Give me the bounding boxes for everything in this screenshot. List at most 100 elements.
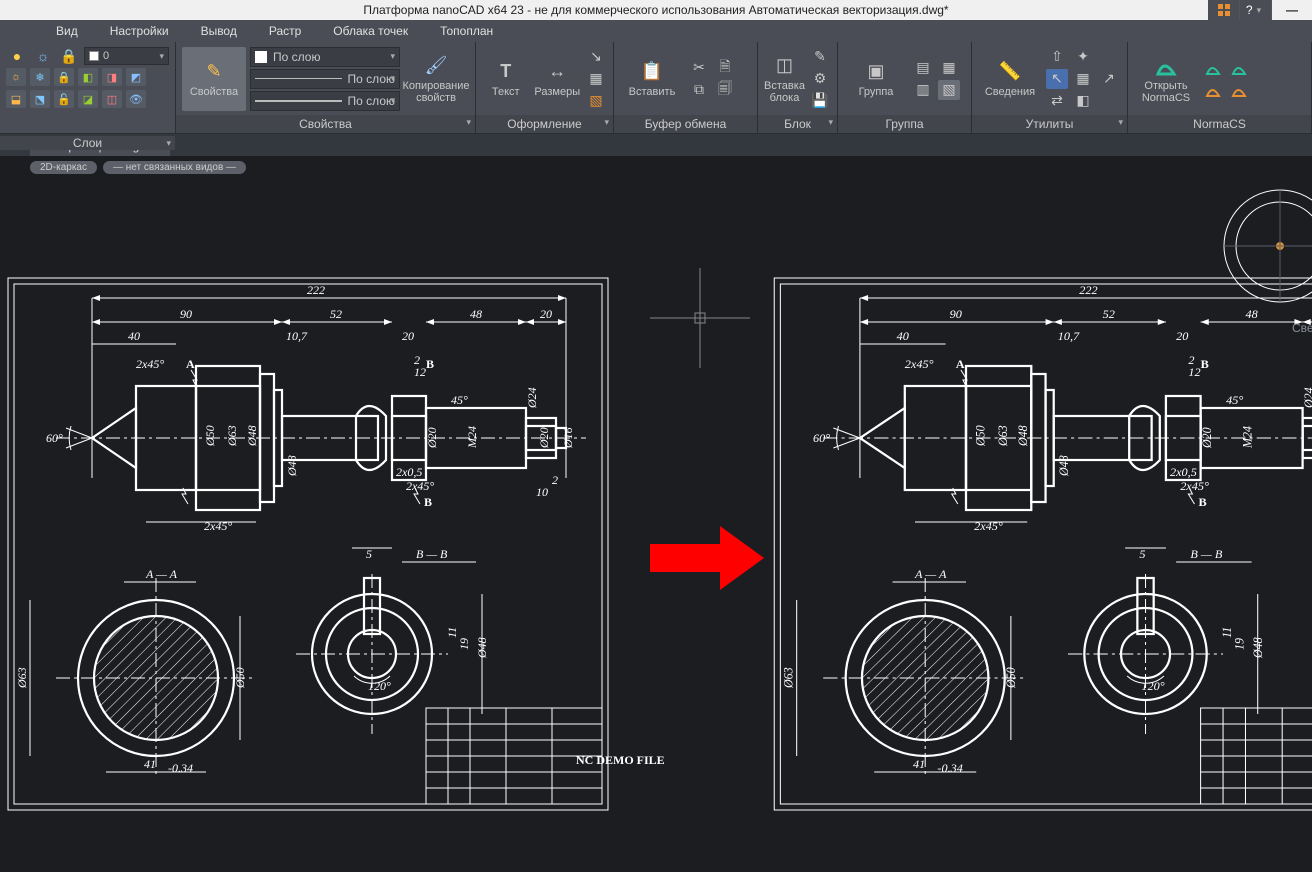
layer-tool-icon[interactable]: ◫ [102, 90, 122, 108]
block-set-icon[interactable]: ⚙ [809, 69, 831, 89]
minimize-button[interactable]: — [1272, 0, 1312, 20]
panel-dropdown-icon[interactable]: ▾ [166, 138, 171, 149]
panel-dropdown-icon[interactable]: ▾ [604, 117, 609, 128]
linetype-combo[interactable]: По слою▾ [250, 69, 400, 89]
help-button[interactable]: ?▾ [1240, 0, 1272, 20]
info-tool[interactable]: 📏 Сведения [978, 47, 1042, 111]
pencil-icon: ✎ [200, 60, 228, 84]
document-tabs: векторизация.dwg* ✕ [0, 134, 1312, 156]
panel-title-clipboard: Буфер обмена [645, 117, 727, 131]
panel-title-normacs: NormaCS [1193, 117, 1246, 131]
util-icon[interactable]: ◧ [1072, 91, 1094, 111]
panel-dropdown-icon[interactable]: ▾ [1118, 117, 1123, 128]
block-save-icon[interactable]: 💾 [809, 91, 831, 111]
util-cursor2-icon[interactable]: ↗ [1098, 69, 1120, 89]
open-normacs-tool[interactable]: Открыть NormaCS [1134, 47, 1198, 111]
start-grid-button[interactable] [1208, 0, 1240, 20]
util-cursor-icon[interactable]: ↖ [1046, 69, 1068, 89]
util-icon[interactable]: ⇄ [1046, 91, 1068, 111]
layer-tool-icon[interactable]: 🔓 [54, 90, 74, 108]
panel-title-block: Блок [784, 117, 811, 131]
group-icon: ▣ [862, 60, 890, 84]
color-combo[interactable]: По слою▾ [250, 47, 400, 67]
text-tool[interactable]: T Текст [482, 47, 530, 111]
normacs-sub-icon[interactable] [1228, 80, 1250, 100]
paste-special-icon[interactable]: 🗐 [714, 80, 736, 100]
demo-watermark: NC DEMO FILE [576, 753, 665, 767]
sun-icon[interactable]: ☼ [32, 46, 54, 66]
normacs-sub-icon[interactable] [1202, 80, 1224, 100]
leader-icon[interactable]: ↘ [585, 47, 607, 67]
copy-view-icon[interactable]: 🗎 [714, 58, 736, 78]
group-sel2-icon[interactable]: ▧ [938, 80, 960, 100]
menu-bar: Вид Настройки Вывод Растр Облака точек Т… [0, 20, 1312, 42]
view-chips: 2D-каркас — нет связанных видов — [0, 156, 1312, 178]
lineweight-combo[interactable]: По слою▾ [250, 91, 400, 111]
layer-combo[interactable]: 0▾ [84, 47, 169, 65]
panel-title-group: Группа [885, 117, 923, 131]
dimensions-tool[interactable]: ↔ Размеры [534, 47, 582, 111]
menu-topoplan[interactable]: Топоплан [424, 21, 509, 41]
dimension-icon: ↔ [543, 60, 571, 84]
drawing-svg: 222 90 52 48 20 40 10,7 20 2x45° A 2 12 … [0, 178, 1312, 872]
layer-tool-icon[interactable]: 👁 [126, 90, 146, 108]
red-arrow-icon [650, 526, 764, 590]
cut-icon[interactable]: ✂ [688, 58, 710, 78]
panel-title-layers: Слои [73, 136, 102, 150]
menu-settings[interactable]: Настройки [94, 21, 185, 41]
panel-title-properties: Свойства [299, 117, 352, 131]
ruler-icon: 📏 [996, 60, 1024, 84]
menu-raster[interactable]: Растр [253, 21, 317, 41]
layer-tool-icon[interactable]: ◪ [78, 90, 98, 108]
copy-icon[interactable]: ⧉ [688, 80, 710, 100]
layer-tool-icon[interactable]: ◨ [102, 68, 122, 86]
app-title: Платформа nanoCAD x64 23 - не для коммер… [363, 3, 948, 17]
util-icon[interactable]: ▦ [1072, 69, 1094, 89]
panel-dropdown-icon[interactable]: ▾ [828, 117, 833, 128]
layer-tool-icon[interactable]: ⬓ [6, 90, 26, 108]
layer-tools-grid: ☼ ❄ 🔒 ◧ ◨ ◩ ⬓ ⬔ 🔓 ◪ ◫ 👁 [6, 68, 148, 132]
crosshair-cursor [650, 268, 750, 368]
group-edit-icon[interactable]: ▤ [912, 58, 934, 78]
layer-tool-icon[interactable]: ◧ [78, 68, 98, 86]
clipboard-icon: 📋 [638, 60, 666, 84]
chip-no-views[interactable]: — нет связанных видов — [103, 161, 246, 174]
normacs-sub-icon[interactable] [1202, 58, 1224, 78]
chip-2d-wireframe[interactable]: 2D-каркас [30, 161, 97, 174]
drawing-canvas[interactable]: 222 90 52 48 20 40 10,7 20 2x45° A 2 12 … [0, 178, 1312, 872]
layer-tool-icon[interactable]: 🔒 [54, 68, 74, 86]
group-tool[interactable]: ▣ Группа [844, 47, 908, 111]
panel-title-format: Оформление [507, 117, 581, 131]
panel-dropdown-icon[interactable]: ▾ [466, 117, 471, 128]
util-icon[interactable]: ⇧ [1046, 47, 1068, 67]
title-bar: Платформа nanoCAD x64 23 - не для коммер… [0, 0, 1312, 20]
normacs-icon [1152, 54, 1180, 78]
match-properties-tool[interactable]: 🖌 Копирование свойств [404, 47, 468, 111]
view-label: Сверху [1292, 321, 1312, 335]
hatch-icon[interactable]: ▧ [585, 91, 607, 111]
bulb-icon[interactable]: ● [6, 46, 28, 66]
brush-icon: 🖌 [422, 54, 450, 78]
block-edit-icon[interactable]: ✎ [809, 47, 831, 67]
ribbon: ● ☼ 🔒 0▾ ☼ ❄ 🔒 ◧ ◨ ◩ ⬓ ⬔ 🔓 ◪ ◫ 👁 [0, 42, 1312, 134]
menu-view[interactable]: Вид [40, 21, 94, 41]
view-compass[interactable] [1224, 190, 1312, 302]
layer-tool-icon[interactable]: ❄ [30, 68, 50, 86]
menu-output[interactable]: Вывод [185, 21, 253, 41]
properties-tool[interactable]: ✎ Свойства [182, 47, 246, 111]
layer-tool-icon[interactable]: ⬔ [30, 90, 50, 108]
panel-title-utilities: Утилиты [1026, 117, 1074, 131]
menu-pointclouds[interactable]: Облака точек [317, 21, 424, 41]
util-icon[interactable]: ✦ [1072, 47, 1094, 67]
block-icon: ◫ [771, 54, 799, 78]
paste-tool[interactable]: 📋 Вставить [620, 47, 684, 111]
normacs-sub-icon[interactable] [1228, 58, 1250, 78]
insert-block-tool[interactable]: ◫ Вставка блока [764, 47, 805, 111]
layer-tool-icon[interactable]: ☼ [6, 68, 26, 86]
lock-icon[interactable]: 🔒 [58, 46, 80, 66]
table-icon[interactable]: ▦ [585, 69, 607, 89]
group-sel-icon[interactable]: ▦ [938, 58, 960, 78]
group-ungroup-icon[interactable]: ▥ [912, 80, 934, 100]
text-icon: T [492, 60, 520, 84]
layer-tool-icon[interactable]: ◩ [126, 68, 146, 86]
